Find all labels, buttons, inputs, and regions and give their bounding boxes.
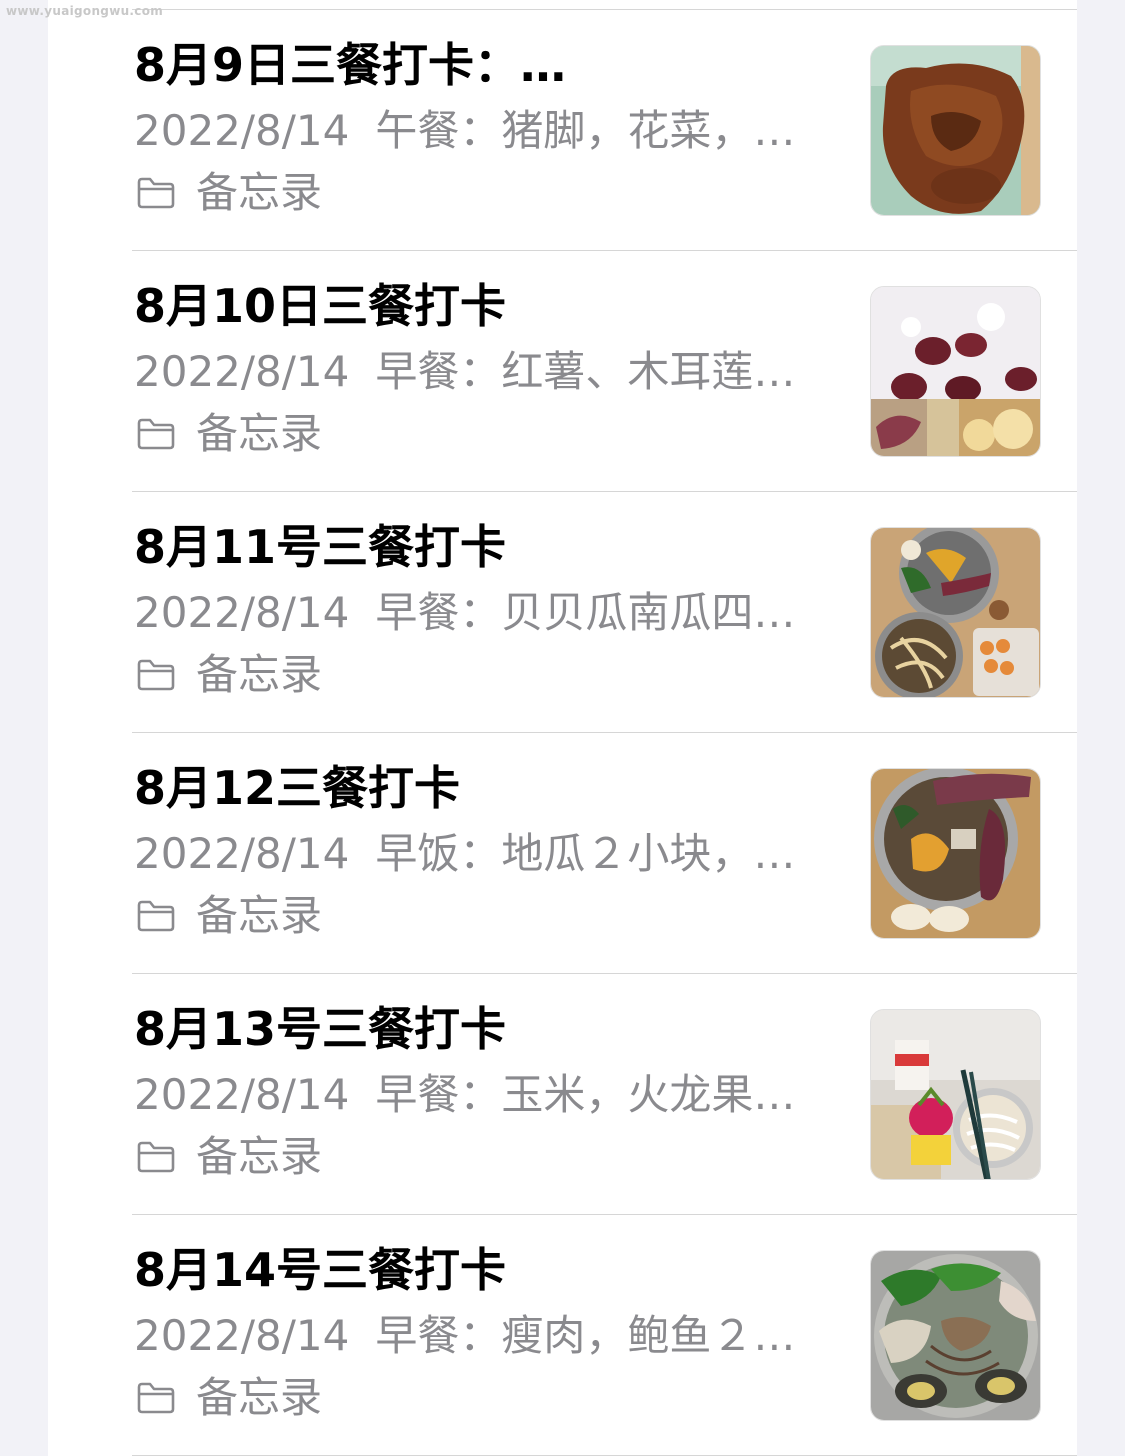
abalone-soup-photo-icon — [870, 1250, 1041, 1421]
note-folder: 备忘录 — [136, 1373, 322, 1423]
note-preview: 早餐：红薯、木耳莲… — [375, 347, 796, 396]
folder-name: 备忘录 — [196, 168, 323, 217]
folder-icon — [136, 658, 176, 692]
note-preview: 早饭：地瓜２小块，… — [375, 829, 796, 878]
porridge-photo-icon — [870, 286, 1041, 457]
note-meta: 2022/8/14 早饭：地瓜２小块，… — [134, 829, 824, 879]
pork-trotter-photo-icon — [870, 45, 1041, 216]
folder-name: 备忘录 — [196, 891, 323, 940]
dragonfruit-noodles-photo-icon — [870, 1009, 1041, 1180]
note-list-item[interactable]: 8月9日三餐打卡：… 2022/8/14 午餐：猪脚，花菜，… 备忘录 — [0, 10, 1125, 251]
folder-icon — [136, 1140, 176, 1174]
note-title: 8月9日三餐打卡：… — [134, 38, 567, 92]
note-meta: 2022/8/14 早餐：瘦肉，鲍鱼２… — [134, 1311, 824, 1361]
folder-name: 备忘录 — [196, 1373, 323, 1422]
note-date: 2022/8/14 — [134, 1070, 350, 1119]
note-list: 8月9日三餐打卡：… 2022/8/14 午餐：猪脚，花菜，… 备忘录 8月10日… — [0, 10, 1125, 1456]
note-list-item[interactable]: 8月13号三餐打卡 2022/8/14 早餐：玉米，火龙果… 备忘录 — [0, 974, 1125, 1215]
note-date: 2022/8/14 — [134, 347, 350, 396]
watermark: www.yuaigongwu.com — [6, 4, 164, 18]
note-preview: 早餐：贝贝瓜南瓜四… — [375, 588, 796, 637]
note-folder: 备忘录 — [136, 891, 322, 941]
note-title: 8月11号三餐打卡 — [134, 520, 507, 574]
note-folder: 备忘录 — [136, 650, 322, 700]
note-preview: 午餐：猪脚，花菜，… — [375, 106, 796, 155]
note-folder: 备忘录 — [136, 1132, 322, 1182]
folder-name: 备忘录 — [196, 409, 323, 458]
note-title: 8月10日三餐打卡 — [134, 279, 507, 333]
note-date: 2022/8/14 — [134, 106, 350, 155]
note-list-item[interactable]: 8月11号三餐打卡 2022/8/14 早餐：贝贝瓜南瓜四… 备忘录 — [0, 492, 1125, 733]
note-preview: 早餐：瘦肉，鲍鱼２… — [375, 1311, 796, 1360]
note-date: 2022/8/14 — [134, 1311, 350, 1360]
note-meta: 2022/8/14 早餐：贝贝瓜南瓜四… — [134, 588, 824, 638]
folder-icon — [136, 1381, 176, 1415]
folder-name: 备忘录 — [196, 650, 323, 699]
note-list-item[interactable]: 8月14号三餐打卡 2022/8/14 早餐：瘦肉，鲍鱼２… 备忘录 — [0, 1215, 1125, 1456]
note-meta: 2022/8/14 早餐：玉米，火龙果… — [134, 1070, 824, 1120]
folder-icon — [136, 417, 176, 451]
note-title: 8月14号三餐打卡 — [134, 1243, 507, 1297]
folder-icon — [136, 899, 176, 933]
pumpkin-pot-photo-icon — [870, 527, 1041, 698]
note-date: 2022/8/14 — [134, 829, 350, 878]
note-meta: 2022/8/14 午餐：猪脚，花菜，… — [134, 106, 824, 156]
note-date: 2022/8/14 — [134, 588, 350, 637]
folder-name: 备忘录 — [196, 1132, 323, 1181]
note-list-item[interactable]: 8月10日三餐打卡 2022/8/14 早餐：红薯、木耳莲… 备忘录 — [0, 251, 1125, 492]
note-preview: 早餐：玉米，火龙果… — [375, 1070, 796, 1119]
note-folder: 备忘录 — [136, 168, 322, 218]
note-folder: 备忘录 — [136, 409, 322, 459]
note-list-item[interactable]: 8月12三餐打卡 2022/8/14 早饭：地瓜２小块，… 备忘录 — [0, 733, 1125, 974]
note-title: 8月12三餐打卡 — [134, 761, 461, 815]
folder-icon — [136, 176, 176, 210]
note-meta: 2022/8/14 早餐：红薯、木耳莲… — [134, 347, 824, 397]
note-title: 8月13号三餐打卡 — [134, 1002, 507, 1056]
sweet-potato-photo-icon — [870, 768, 1041, 939]
